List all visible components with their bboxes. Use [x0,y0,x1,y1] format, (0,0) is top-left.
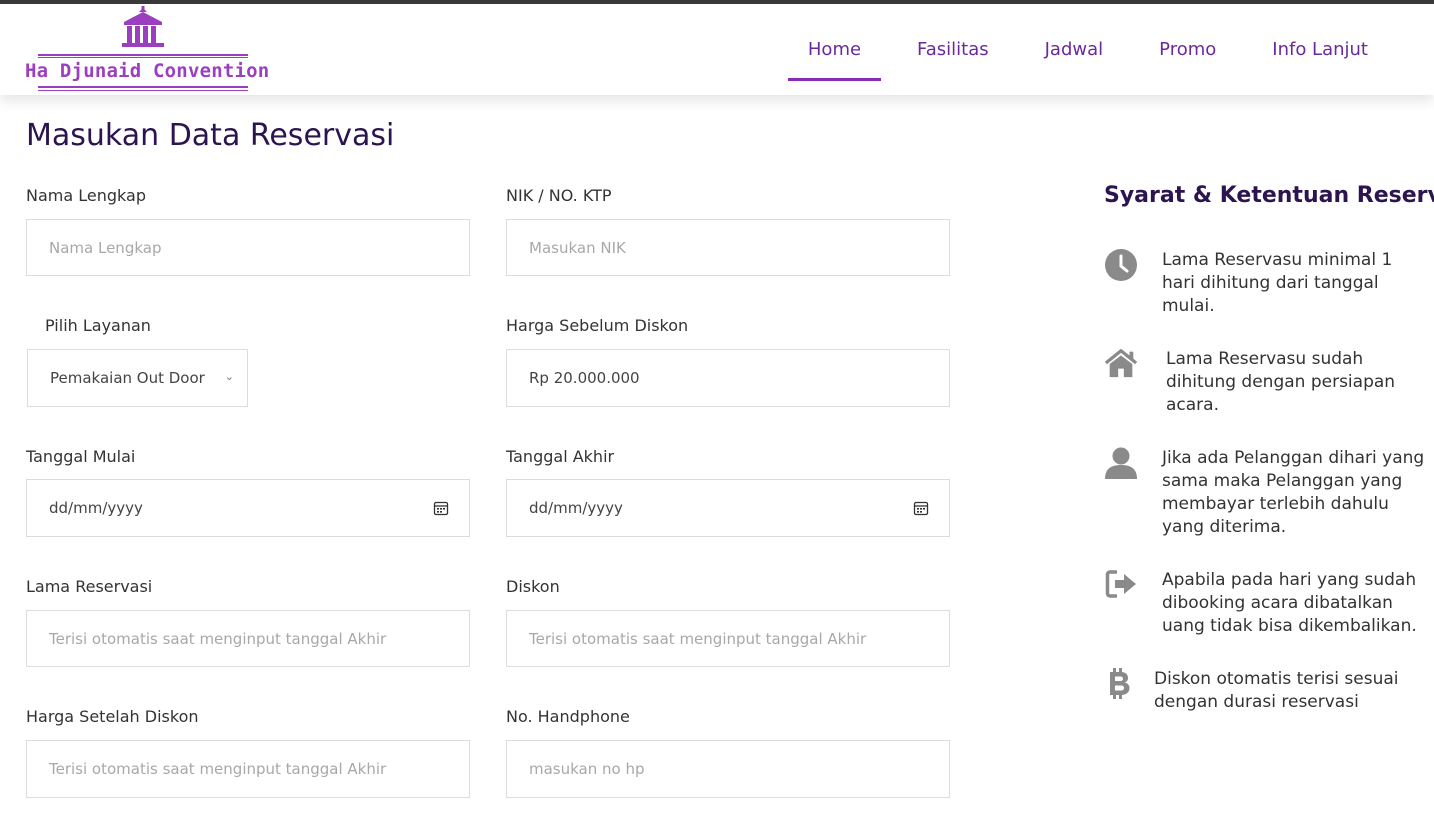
harga-sebelum-field[interactable]: Rp 20.000.000 [506,349,950,407]
tanggal-akhir-input[interactable]: dd/mm/yyyy [506,479,950,537]
no-hp-input[interactable] [529,760,949,778]
calendar-icon[interactable] [433,500,449,516]
user-icon [1105,447,1137,479]
nav-fasilitas[interactable]: Fasilitas [897,4,1009,95]
tanggal-mulai-value: dd/mm/yyyy [49,499,143,517]
nik-field [506,219,950,276]
lama-reservasi-field [26,610,470,667]
nik-label: NIK / NO. KTP [506,186,612,205]
page-title: Masukan Data Reservasi [26,118,395,153]
brand-logo[interactable]: Ha Djunaid Convention [25,6,270,94]
lama-reservasi-input[interactable] [49,629,469,648]
nama-input[interactable] [49,238,469,257]
chevron-down-icon: ⌄ [224,370,234,383]
layanan-label: Pilih Layanan [45,316,151,335]
term-text-2: Lama Reservasu sudah dihitung dengan per… [1166,349,1396,415]
harga-setelah-field [26,740,470,798]
nav-info-lanjut[interactable]: Info Lanjut [1252,4,1388,95]
no-hp-label: No. Handphone [506,707,630,726]
harga-setelah-input[interactable] [49,760,469,778]
nik-input[interactable] [529,238,949,257]
term-text-1: Lama Reservasu minimal 1 hari dihitung d… [1162,250,1393,316]
tanggal-akhir-label: Tanggal Akhir [506,447,615,466]
tanggal-mulai-input[interactable]: dd/mm/yyyy [26,479,470,537]
sign-out-icon [1105,570,1136,598]
building-icon [122,6,164,47]
brand-name: Ha Djunaid Convention [25,60,270,82]
term-text-4: Apabila pada hari yang sudah dibooking a… [1162,570,1417,636]
nama-label: Nama Lengkap [26,186,146,205]
nav-jadwal[interactable]: Jadwal [1025,4,1124,95]
nav-promo[interactable]: Promo [1139,4,1236,95]
bitcoin-icon [1110,668,1130,699]
logo-rule-bottom-thin [38,90,248,91]
no-hp-field [506,740,950,798]
term-text-5: Diskon otomatis terisi sesuai dengan dur… [1154,669,1399,712]
tanggal-mulai-label: Tanggal Mulai [26,447,136,466]
nama-field [26,219,470,276]
diskon-input[interactable] [529,629,949,648]
logo-rule-top-thin [38,57,248,58]
main-nav: Home Fasilitas Jadwal Promo Info Lanjut [772,4,1388,95]
lama-reservasi-label: Lama Reservasi [26,577,153,596]
layanan-selected-value: Pemakaian Out Door [50,369,205,387]
harga-setelah-label: Harga Setelah Diskon [26,707,199,726]
logo-rule-top [38,54,248,56]
diskon-label: Diskon [506,577,560,596]
terms-title: Syarat & Ketentuan Reservasu [1104,183,1434,208]
tanggal-akhir-value: dd/mm/yyyy [529,499,623,517]
diskon-field [506,610,950,667]
logo-rule-bottom [38,86,248,88]
harga-sebelum-label: Harga Sebelum Diskon [506,316,689,335]
harga-sebelum-value: Rp 20.000.000 [529,369,640,387]
clock-icon [1105,249,1137,281]
term-text-3: Jika ada Pelanggan dihari yang sama maka… [1162,448,1425,537]
home-icon [1104,349,1138,378]
nav-home[interactable]: Home [787,4,882,95]
site-header: Ha Djunaid Convention Home Fasilitas Jad… [0,4,1434,95]
layanan-select[interactable]: Pemakaian Out Door ⌄ [27,349,248,407]
calendar-icon[interactable] [913,500,929,516]
